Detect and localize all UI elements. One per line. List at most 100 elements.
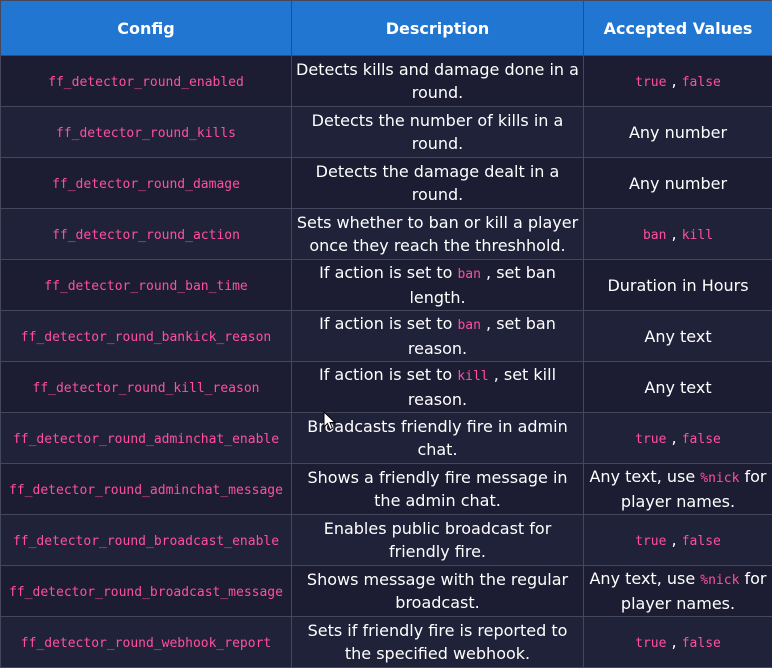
value-text: Any text, use <box>589 467 700 486</box>
description-cell: If action is set to ban , set ban reason… <box>292 311 584 362</box>
value-text: Any text, use <box>589 569 700 588</box>
description-text: Detects the damage dealt in a round. <box>316 162 560 204</box>
value-text: Duration in Hours <box>607 276 748 295</box>
description-cell: Sets if friendly fire is reported to the… <box>292 617 584 668</box>
description-text: Sets whether to ban or kill a player onc… <box>297 213 578 255</box>
description-code: kill <box>457 369 488 384</box>
header-description: Description <box>292 1 584 56</box>
value-code: true <box>635 636 666 651</box>
value-code: %nick <box>700 573 739 588</box>
table-row: ff_detector_round_enabled Detects kills a… <box>1 56 772 107</box>
config-cell: ff_detector_round_action <box>1 209 292 260</box>
description-cell: Shows a friendly fire message in the adm… <box>292 464 584 515</box>
description-text: Sets if friendly fire is reported to the… <box>308 621 568 663</box>
accepted-values-cell: Any text, use %nick for player names. <box>584 566 772 617</box>
accepted-values-cell: Any text <box>584 362 772 413</box>
value-text: Any text <box>644 378 711 397</box>
description-cell: Sets whether to ban or kill a player onc… <box>292 209 584 260</box>
config-cell: ff_detector_round_adminchat_message <box>1 464 292 515</box>
value-text: Any number <box>629 123 727 142</box>
value-separator: , <box>666 530 681 549</box>
description-code: ban <box>457 267 480 282</box>
config-key: ff_detector_round_adminchat_enable <box>13 432 279 447</box>
config-cell: ff_detector_round_kill_reason <box>1 362 292 413</box>
description-cell: Detects kills and damage done in a round… <box>292 56 584 107</box>
config-cell: ff_detector_round_damage <box>1 158 292 209</box>
description-cell: Shows message with the regular broadcast… <box>292 566 584 617</box>
value-code: false <box>682 636 721 651</box>
accepted-values-cell: Duration in Hours <box>584 260 772 311</box>
accepted-values-cell: true , false <box>584 515 772 566</box>
table-row: ff_detector_round_bankick_reason If actio… <box>1 311 772 362</box>
table-row: ff_detector_round_kills Detects the numbe… <box>1 107 772 158</box>
config-cell: ff_detector_round_broadcast_enable <box>1 515 292 566</box>
table-row: ff_detector_round_webhook_report Sets if … <box>1 617 772 668</box>
accepted-values-cell: Any number <box>584 158 772 209</box>
table-row: ff_detector_round_adminchat_message Shows… <box>1 464 772 515</box>
value-separator: , <box>666 428 681 447</box>
description-text: Shows message with the regular broadcast… <box>307 570 568 612</box>
config-key: ff_detector_round_damage <box>52 177 240 192</box>
config-cell: ff_detector_round_bankick_reason <box>1 311 292 362</box>
description-text: Detects kills and damage done in a round… <box>296 60 579 102</box>
header-accepted-values: Accepted Values <box>584 1 772 56</box>
description-cell: Broadcasts friendly fire in admin chat. <box>292 413 584 464</box>
config-key: ff_detector_round_broadcast_message <box>9 585 283 600</box>
header-config: Config <box>1 1 292 56</box>
description-text: Detects the number of kills in a round. <box>312 111 564 153</box>
value-code: false <box>682 75 721 90</box>
table-row: ff_detector_round_broadcast_message Shows… <box>1 566 772 617</box>
description-text: Shows a friendly fire message in the adm… <box>307 468 567 510</box>
config-cell: ff_detector_round_kills <box>1 107 292 158</box>
table-header-row: Config Description Accepted Values <box>1 1 772 56</box>
description-text: If action is set to <box>319 365 457 384</box>
table-row: ff_detector_round_broadcast_enable Enable… <box>1 515 772 566</box>
value-separator: , <box>666 224 681 243</box>
table-row: ff_detector_round_adminchat_enable Broadc… <box>1 413 772 464</box>
accepted-values-cell: true , false <box>584 617 772 668</box>
accepted-values-cell: Any text <box>584 311 772 362</box>
accepted-values-cell: true , false <box>584 413 772 464</box>
value-code: %nick <box>700 471 739 486</box>
value-code: kill <box>682 228 713 243</box>
description-text: Broadcasts friendly fire in admin chat. <box>307 417 567 459</box>
value-code: false <box>682 534 721 549</box>
accepted-values-cell: true , false <box>584 56 772 107</box>
description-text: Enables public broadcast for friendly fi… <box>324 519 552 561</box>
config-cell: ff_detector_round_webhook_report <box>1 617 292 668</box>
config-key: ff_detector_round_webhook_report <box>21 636 271 651</box>
value-code: false <box>682 432 721 447</box>
config-key: ff_detector_round_kills <box>56 126 236 141</box>
config-cell: ff_detector_round_enabled <box>1 56 292 107</box>
config-table: Config Description Accepted Values ff_de… <box>0 0 772 668</box>
description-text: If action is set to <box>319 263 457 282</box>
description-cell: If action is set to kill , set kill reas… <box>292 362 584 413</box>
value-code: ban <box>643 228 666 243</box>
config-cell: ff_detector_round_broadcast_message <box>1 566 292 617</box>
table-row: ff_detector_round_damage Detects the dama… <box>1 158 772 209</box>
value-separator: , <box>666 632 681 651</box>
table-row: ff_detector_round_kill_reason If action i… <box>1 362 772 413</box>
config-cell: ff_detector_round_ban_time <box>1 260 292 311</box>
config-key: ff_detector_round_ban_time <box>44 279 248 294</box>
config-cell: ff_detector_round_adminchat_enable <box>1 413 292 464</box>
value-separator: , <box>666 71 681 90</box>
description-cell: Detects the damage dealt in a round. <box>292 158 584 209</box>
table-row: ff_detector_round_actionSets whether to … <box>1 209 772 260</box>
value-code: true <box>635 432 666 447</box>
config-key: ff_detector_round_enabled <box>48 75 244 90</box>
config-key: ff_detector_round_bankick_reason <box>21 330 271 345</box>
description-cell: If action is set to ban , set ban length… <box>292 260 584 311</box>
config-key: ff_detector_round_adminchat_message <box>9 483 283 498</box>
accepted-values-cell: ban , kill <box>584 209 772 260</box>
description-cell: Enables public broadcast for friendly fi… <box>292 515 584 566</box>
accepted-values-cell: Any text, use %nick for player names. <box>584 464 772 515</box>
value-code: true <box>635 534 666 549</box>
config-key: ff_detector_round_kill_reason <box>33 381 260 396</box>
value-code: true <box>635 75 666 90</box>
table-body: ff_detector_round_enabled Detects kills a… <box>1 56 772 668</box>
description-cell: Detects the number of kills in a round. <box>292 107 584 158</box>
description-text: If action is set to <box>319 314 457 333</box>
value-text: Any number <box>629 174 727 193</box>
description-code: ban <box>457 318 480 333</box>
